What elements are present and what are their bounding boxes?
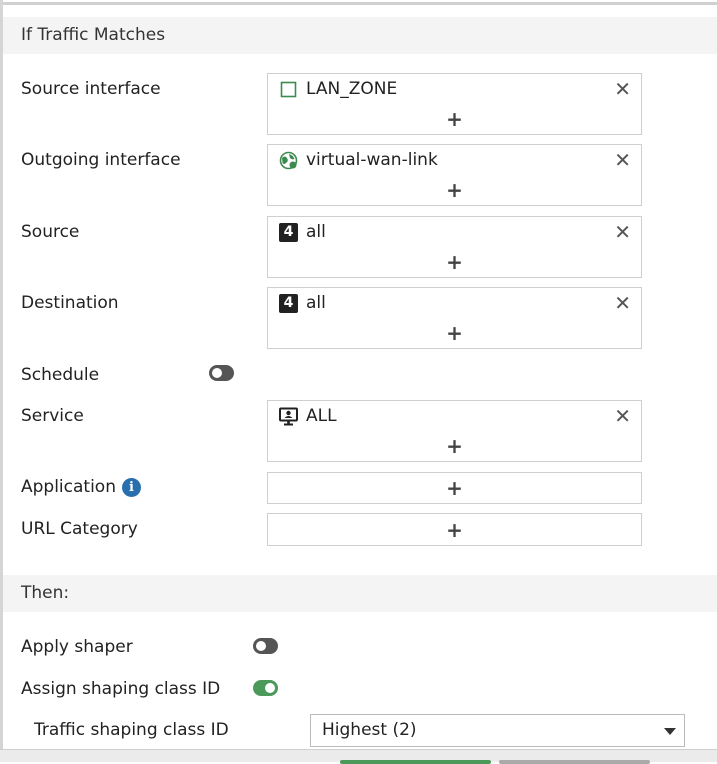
assign-class-toggle[interactable]: [253, 680, 278, 696]
remove-destination-button[interactable]: ✕: [614, 292, 631, 314]
schedule-label: Schedule: [21, 365, 100, 385]
source-interface-entry: LAN_ZONE: [279, 79, 397, 99]
apply-shaper-toggle[interactable]: [253, 638, 278, 654]
source-label: Source: [21, 222, 80, 242]
service-label: Service: [21, 406, 84, 426]
section-title: If Traffic Matches: [21, 25, 166, 45]
class-id-select[interactable]: Highest (2): [310, 714, 685, 747]
class-id-value: Highest (2): [322, 720, 417, 740]
add-source-button[interactable]: +: [268, 251, 641, 273]
application-field[interactable]: +: [267, 472, 642, 504]
add-source-interface-button[interactable]: +: [268, 108, 641, 130]
add-application-button[interactable]: +: [268, 477, 641, 499]
toggle-knob: [256, 641, 266, 651]
sdwan-globe-icon: [279, 151, 298, 170]
add-destination-button[interactable]: +: [268, 322, 641, 344]
source-interface-value: LAN_ZONE: [306, 79, 398, 99]
class-id-label: Traffic shaping class ID: [34, 720, 229, 740]
application-label: Application: [21, 477, 116, 497]
assign-class-label: Assign shaping class ID: [21, 679, 221, 699]
interface-square-icon: [279, 80, 298, 99]
schedule-toggle[interactable]: [209, 365, 234, 381]
ipv4-address-icon: 4: [279, 222, 298, 242]
service-entry: ALL: [279, 406, 337, 426]
section-header-traffic-matches: If Traffic Matches: [3, 17, 717, 54]
ok-button[interactable]: [340, 760, 491, 764]
source-entry: 4 all: [279, 222, 326, 242]
destination-value: all: [306, 293, 326, 313]
source-interface-label: Source interface: [21, 79, 161, 99]
destination-field[interactable]: 4 all ✕ +: [267, 287, 642, 349]
destination-entry: 4 all: [279, 293, 326, 313]
section-title: Then:: [21, 583, 70, 603]
remove-source-interface-button[interactable]: ✕: [614, 78, 631, 100]
url-category-field[interactable]: +: [267, 513, 642, 546]
ipv4-address-icon: 4: [279, 293, 298, 313]
remove-source-button[interactable]: ✕: [614, 221, 631, 243]
outgoing-interface-label: Outgoing interface: [21, 150, 181, 170]
apply-shaper-label: Apply shaper: [21, 637, 133, 657]
service-field[interactable]: ALL ✕ +: [267, 400, 642, 462]
remove-outgoing-interface-button[interactable]: ✕: [614, 149, 631, 171]
toggle-knob: [265, 683, 275, 693]
outgoing-interface-value: virtual-wan-link: [306, 150, 438, 170]
add-outgoing-interface-button[interactable]: +: [268, 179, 641, 201]
service-monitor-icon: [279, 407, 298, 426]
top-border: [0, 0, 717, 5]
source-interface-field[interactable]: LAN_ZONE ✕ +: [267, 73, 642, 135]
source-value: all: [306, 222, 326, 242]
service-value: ALL: [306, 406, 337, 426]
outgoing-interface-entry: virtual-wan-link: [279, 150, 438, 170]
outgoing-interface-field[interactable]: virtual-wan-link ✕ +: [267, 144, 642, 206]
add-service-button[interactable]: +: [268, 435, 641, 457]
info-icon[interactable]: i: [122, 477, 141, 497]
source-field[interactable]: 4 all ✕ +: [267, 216, 642, 278]
url-category-label: URL Category: [21, 519, 138, 539]
chevron-down-icon: [664, 728, 676, 735]
add-url-category-button[interactable]: +: [268, 519, 641, 541]
toggle-knob: [212, 368, 222, 378]
remove-service-button[interactable]: ✕: [614, 405, 631, 427]
left-border: [0, 0, 3, 762]
cancel-button[interactable]: [499, 760, 650, 764]
section-header-then: Then:: [3, 575, 717, 612]
application-label-row: Application i: [21, 477, 141, 497]
destination-label: Destination: [21, 293, 119, 313]
